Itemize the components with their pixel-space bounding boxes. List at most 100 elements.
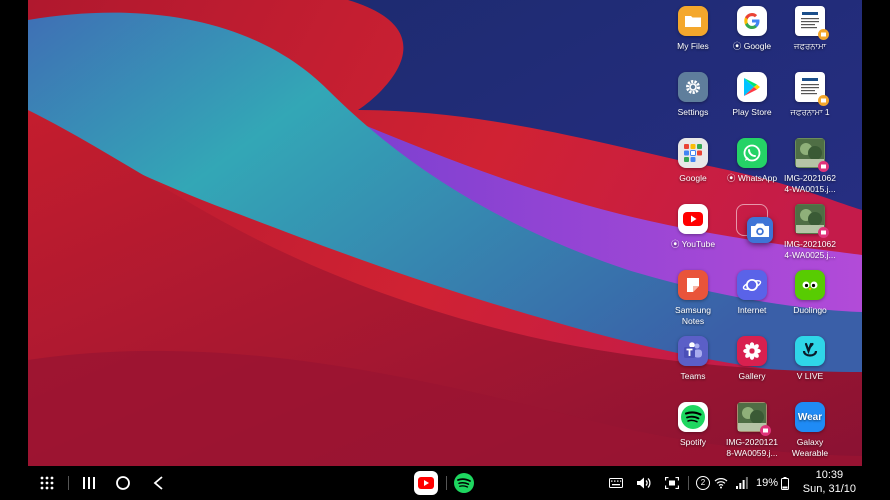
shortcut-badge-icon (818, 227, 829, 238)
desktop-app-label: Internet (737, 305, 767, 315)
desktop-app-youtube[interactable]: ⦿ YouTube (660, 204, 726, 250)
desktop-app-label: Google (679, 173, 707, 183)
camera-icon (736, 204, 773, 243)
desktop-app-samsung-notes[interactable]: Samsung Notes (660, 270, 726, 327)
taskbar-app-youtube[interactable] (412, 466, 440, 500)
back-button[interactable] (148, 466, 170, 500)
shortcut-badge-icon (818, 29, 829, 40)
home-button[interactable] (112, 466, 134, 500)
wifi-icon (714, 478, 728, 489)
desktop-app-label: IMG-2021062 4-WA0015.j... (784, 173, 836, 194)
shortcut-badge-icon (818, 95, 829, 106)
clock-time: 10:39 (815, 469, 844, 481)
desktop-app-img-2[interactable]: IMG-2021062 4-WA0025.j... (777, 204, 843, 261)
duolingo-owl-icon (795, 270, 825, 300)
wear-icon: Wear (795, 402, 825, 432)
apps-button[interactable] (36, 466, 58, 500)
desktop-app-label: Duolingo (793, 305, 827, 315)
desktop-app-spotify[interactable]: Spotify (660, 402, 726, 448)
desktop-app-shortcut-2[interactable]: ਜਫਰਨਾਮਾ 1 (777, 72, 843, 118)
desktop-app-gallery[interactable]: Gallery (719, 336, 785, 382)
desktop-app-label: Samsung Notes (675, 305, 711, 326)
recents-button[interactable] (78, 466, 100, 500)
spotify-icon (678, 402, 708, 432)
desktop-app-grid: My Files ⦿ Google ਜਫਰਨਾਮਾ Settings Play Stor… (671, 0, 862, 466)
internet-planet-icon (737, 270, 767, 300)
screenshot-button[interactable] (662, 466, 682, 500)
shortcut-badge-icon (818, 161, 829, 172)
spotify-icon (454, 473, 474, 493)
desktop-app-vlive[interactable]: V LIVE (777, 336, 843, 382)
desktop-app-label: Settings (677, 107, 709, 117)
desktop-app-label-row: ⦿ Google (719, 41, 785, 52)
back-icon (153, 476, 163, 490)
whatsapp-icon (737, 138, 767, 168)
desktop-app-label-row: ⦿ YouTube (660, 239, 726, 250)
desktop-app-whatsapp[interactable]: ⦿ WhatsApp (719, 138, 785, 184)
keyboard-icon (609, 478, 623, 488)
gear-icon (678, 72, 708, 102)
teams-icon (678, 336, 708, 366)
taskbar-separator (688, 476, 689, 490)
taskbar-app-spotify[interactable] (450, 466, 478, 500)
battery-icon (781, 476, 790, 490)
desktop-app-play-store[interactable]: Play Store (719, 72, 785, 118)
volume-icon (637, 477, 651, 489)
desktop-app-teams[interactable]: Teams (660, 336, 726, 382)
recent-app-indicator-icon: ⦿ (726, 173, 738, 183)
apps-grid-icon (40, 476, 54, 490)
desktop-app-img-3[interactable]: IMG-2020121 8-WA0059.j... (719, 402, 785, 459)
shortcut-badge-icon (760, 425, 771, 436)
gallery-flower-icon (737, 336, 767, 366)
desktop-app-label: Spotify (680, 437, 706, 447)
desktop-app-internet[interactable]: Internet (719, 270, 785, 316)
desktop-app-label-row: ⦿ WhatsApp (719, 173, 785, 184)
keyboard-button[interactable] (606, 466, 626, 500)
recent-app-indicator-icon: ⦿ (670, 239, 682, 249)
desktop-app-google-chrome-shortcut[interactable]: ⦿ Google (719, 6, 785, 52)
notification-count-badge: 2 (696, 476, 710, 490)
desktop-app-camera[interactable] (719, 204, 785, 243)
desktop-app-label: Google (743, 41, 772, 51)
document-thumbnail-icon (795, 6, 829, 40)
signal-status (734, 466, 750, 500)
desktop-app-settings[interactable]: Settings (660, 72, 726, 118)
camera-icon (747, 217, 773, 243)
desktop-app-label: WhatsApp (737, 173, 778, 183)
signal-bars-icon (736, 477, 748, 489)
photo-thumbnail-icon (795, 204, 829, 238)
play-store-icon (737, 72, 767, 102)
google-folder-icon (678, 138, 708, 168)
desktop-app-img-1[interactable]: IMG-2021062 4-WA0015.j... (777, 138, 843, 195)
desktop-app-label: V LIVE (796, 371, 824, 381)
desktop-app-google-folder[interactable]: Google (660, 138, 726, 184)
desktop-app-label: Gallery (738, 371, 766, 381)
taskbar-separator (68, 476, 69, 490)
desktop-screen: My Files ⦿ Google ਜਫਰਨਾਮਾ Settings Play Stor… (28, 0, 862, 500)
desktop-app-label: ਜਫਰਨਾਮਾ (793, 41, 827, 51)
wifi-status (712, 466, 730, 500)
desktop-app-label: YouTube (681, 239, 716, 249)
desktop-app-galaxy-wearable[interactable]: Wear Galaxy Wearable (777, 402, 843, 459)
youtube-icon (678, 204, 708, 234)
vlive-icon (795, 336, 825, 366)
youtube-icon (414, 471, 438, 495)
battery-percentage: 19% (756, 477, 779, 489)
notification-count[interactable]: 2 (694, 466, 712, 500)
desktop-app-shortcut-1[interactable]: ਜਫਰਨਾਮਾ (777, 6, 843, 52)
clock-date: Sun, 31/10 (802, 483, 856, 495)
desktop-app-label: My Files (677, 41, 709, 51)
desktop-app-label: Galaxy Wearable (791, 437, 829, 458)
desktop-app-label: Teams (680, 371, 706, 381)
battery-status: 19% (756, 466, 790, 500)
taskbar-separator (446, 476, 447, 490)
desktop-app-label: ਜਫਰਨਾਮਾ 1 (790, 107, 830, 117)
folder-icon (678, 6, 708, 36)
desktop-app-my-files[interactable]: My Files (660, 6, 726, 52)
recents-icon (83, 477, 95, 489)
desktop-app-duolingo[interactable]: Duolingo (777, 270, 843, 316)
volume-button[interactable] (634, 466, 654, 500)
desktop-app-label: Play Store (732, 107, 772, 117)
screen-capture-icon (665, 477, 679, 489)
clock[interactable]: 10:39 Sun, 31/10 (803, 468, 856, 496)
